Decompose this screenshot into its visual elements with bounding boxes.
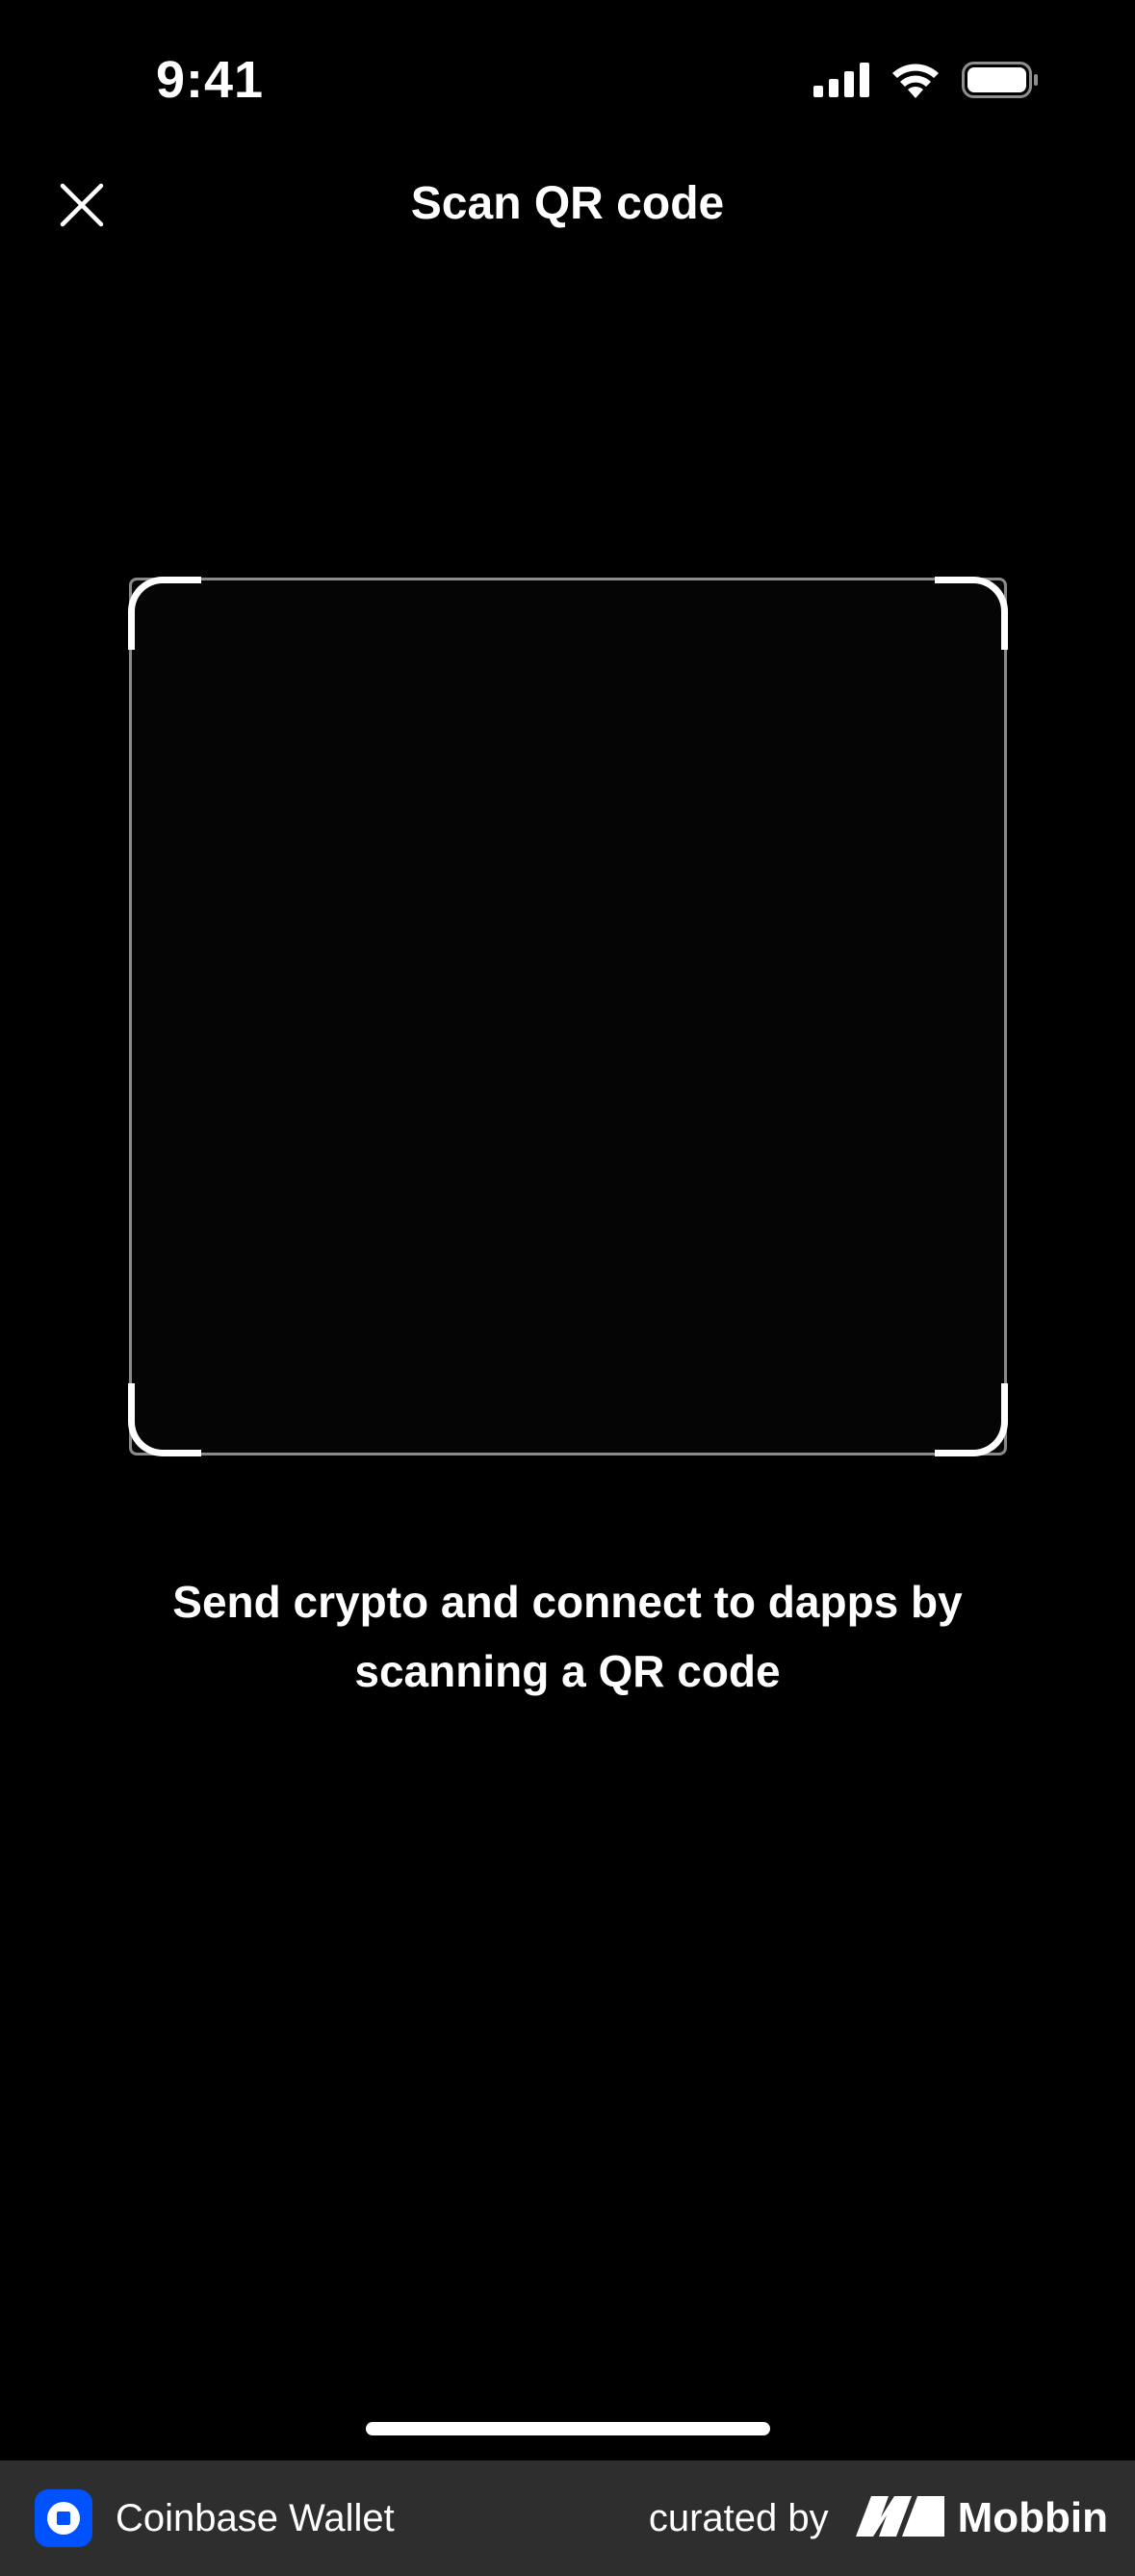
- viewfinder-corner-top-right: [935, 577, 1008, 650]
- viewfinder-corner-bottom-right: [935, 1383, 1008, 1456]
- footer-bar: Coinbase Wallet curated by Mobbin: [0, 2460, 1135, 2576]
- viewfinder-corner-top-left: [128, 577, 201, 650]
- curated-by-label: curated by: [648, 2496, 829, 2539]
- viewfinder-corner-bottom-left: [128, 1383, 201, 1456]
- home-indicator[interactable]: [366, 2422, 770, 2435]
- footer-credit: curated by Mobbin: [649, 2460, 1108, 2576]
- mobbin-brand: Mobbin: [855, 2494, 1108, 2542]
- footer-app-info: Coinbase Wallet: [35, 2460, 395, 2576]
- nav-bar: Scan QR code: [0, 154, 1135, 260]
- page-title: Scan QR code: [410, 178, 725, 229]
- battery-icon: [962, 62, 1039, 103]
- scan-instructions: Send crypto and connect to dapps by scan…: [172, 1577, 963, 1696]
- mobbin-logo-icon: [855, 2495, 944, 2541]
- qr-scanner-viewfinder: [128, 577, 1008, 1456]
- app-name: Coinbase Wallet: [116, 2496, 395, 2539]
- status-bar: 9:41: [0, 0, 1135, 154]
- cellular-signal-icon: [813, 63, 869, 102]
- wifi-icon: [890, 62, 941, 103]
- status-icons: [813, 62, 1039, 103]
- status-time: 9:41: [156, 51, 265, 109]
- coinbase-wallet-logo-icon: [35, 2489, 92, 2547]
- mobbin-name: Mobbin: [957, 2494, 1108, 2541]
